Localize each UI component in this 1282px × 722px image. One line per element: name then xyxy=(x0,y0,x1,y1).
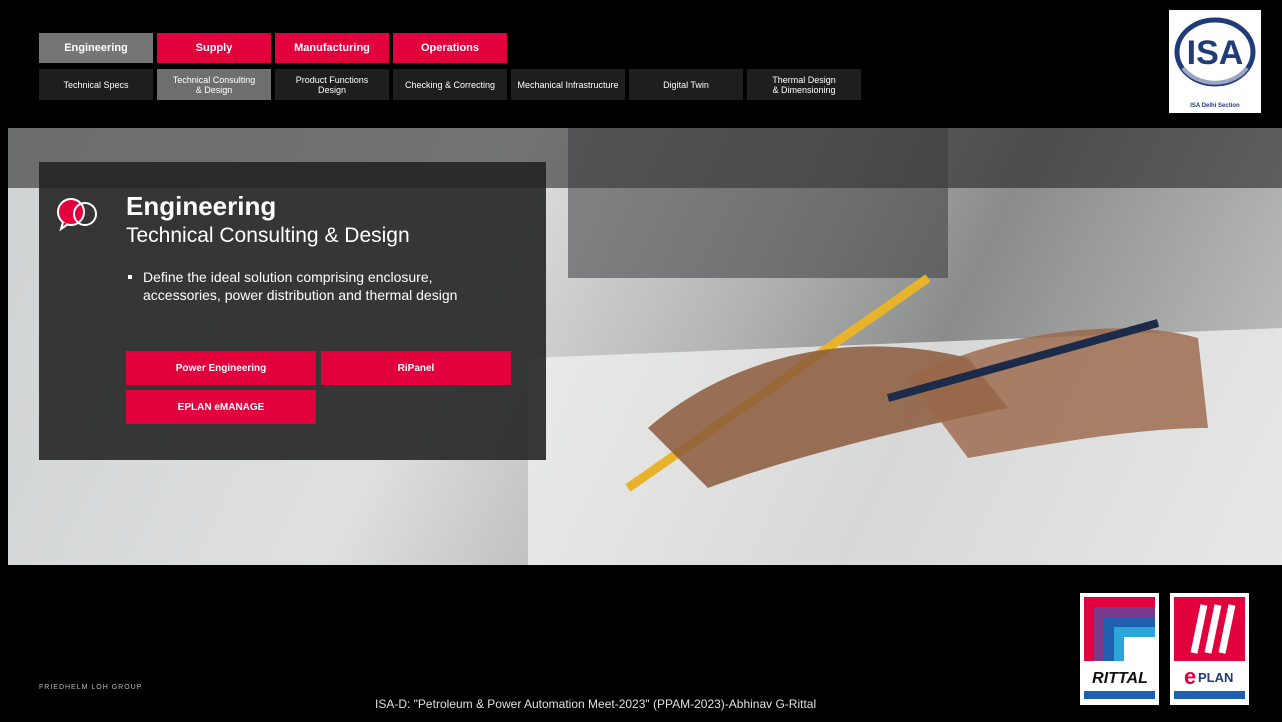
eplan-emanage-button[interactable]: EPLAN eMANAGE xyxy=(126,390,316,424)
hero-image: Engineering Technical Consulting & Desig… xyxy=(8,128,1282,565)
tab-operations[interactable]: Operations xyxy=(393,33,507,63)
chat-bubbles-icon xyxy=(57,198,97,232)
bullet-item: Define the ideal solution comprising enc… xyxy=(126,268,466,304)
eplan-logo-e: e xyxy=(1184,664,1196,689)
sub-tabs: Technical Specs Technical Consulting & D… xyxy=(39,69,861,100)
panel-title: Engineering xyxy=(126,191,277,221)
eplan-logo-text: PLAN xyxy=(1198,670,1233,685)
tab-manufacturing[interactable]: Manufacturing xyxy=(275,33,389,63)
eplan-logo-mark: e PLAN xyxy=(1174,597,1245,699)
rittal-logo-mark: RITTAL xyxy=(1084,597,1155,699)
content-panel: Engineering Technical Consulting & Desig… xyxy=(39,162,546,460)
panel-subtitle: Technical Consulting & Design xyxy=(126,224,410,247)
panel-bullets: Define the ideal solution comprising enc… xyxy=(126,268,466,304)
group-label: FRIEDHELM LOH GROUP xyxy=(39,684,143,691)
isa-logo: ISA ISA Delhi Section xyxy=(1169,10,1261,113)
isa-logo-text: ISA xyxy=(1187,34,1244,72)
tab-supply[interactable]: Supply xyxy=(157,33,271,63)
ripanel-button[interactable]: RiPanel xyxy=(321,351,511,385)
subtab-thermal-design[interactable]: Thermal Design & Dimensioning xyxy=(747,69,861,100)
subtab-product-functions[interactable]: Product Functions Design xyxy=(275,69,389,100)
subtab-checking-correcting[interactable]: Checking & Correcting xyxy=(393,69,507,100)
rittal-logo: RITTAL xyxy=(1080,593,1159,705)
rittal-logo-text: RITTAL xyxy=(1092,670,1148,687)
power-engineering-button[interactable]: Power Engineering xyxy=(126,351,316,385)
subtab-digital-twin[interactable]: Digital Twin xyxy=(629,69,743,100)
eplan-logo: e PLAN xyxy=(1170,593,1249,705)
subtab-mechanical-infrastructure[interactable]: Mechanical Infrastructure xyxy=(511,69,625,100)
isa-logo-mark: ISA xyxy=(1174,17,1256,87)
isa-logo-caption: ISA Delhi Section xyxy=(1190,103,1240,109)
footer-caption: ISA-D: "Petroleum & Power Automation Mee… xyxy=(375,697,817,711)
subtab-technical-specs[interactable]: Technical Specs xyxy=(39,69,153,100)
main-tabs: Engineering Supply Manufacturing Operati… xyxy=(39,33,507,63)
tab-engineering[interactable]: Engineering xyxy=(39,33,153,63)
subtab-technical-consulting[interactable]: Technical Consulting & Design xyxy=(157,69,271,100)
